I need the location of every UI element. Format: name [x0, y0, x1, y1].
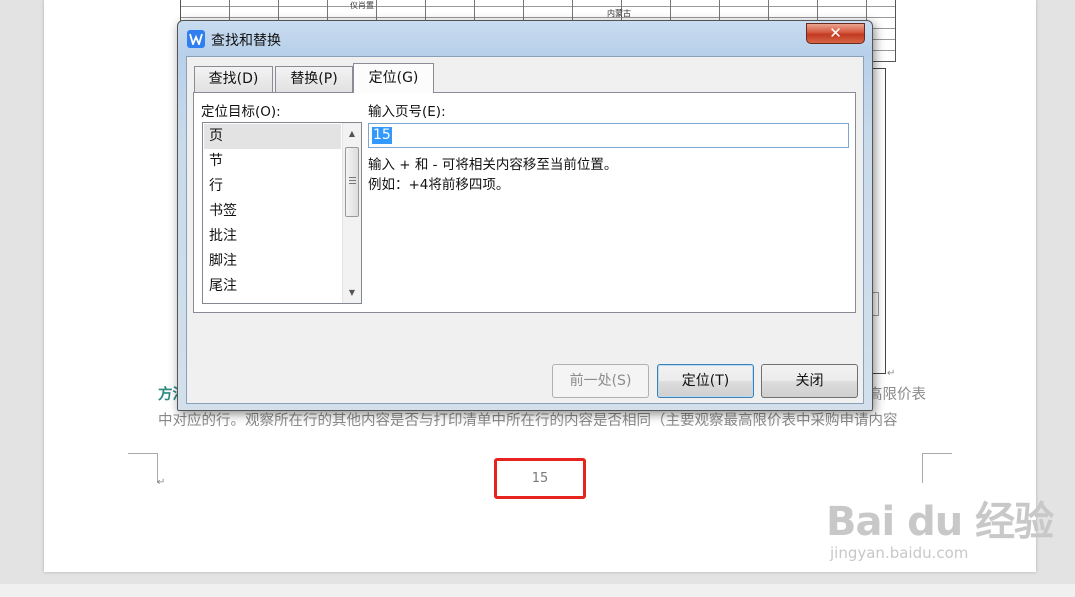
- table-cell-text: 内蒙古: [607, 9, 631, 18]
- example-text: 例如：+4将前移四项。: [368, 177, 510, 193]
- table-cell-text: 仪肖置: [350, 1, 374, 10]
- close-window-button[interactable]: ✕: [806, 23, 865, 44]
- baidu-watermark: Bai du 经验 jingyan.baidu.com: [826, 499, 1054, 562]
- scroll-thumb[interactable]: [345, 147, 359, 217]
- goto-target-list[interactable]: 页 节 行 书签 批注 脚注 尾注 ▲ ▼: [202, 122, 362, 304]
- document-frame: [872, 68, 886, 374]
- wps-app-icon: [187, 30, 205, 48]
- hint-text: 输入 + 和 - 可将相关内容移至当前位置。: [368, 157, 618, 173]
- page-number-highlight: 15: [494, 458, 586, 499]
- scroll-up-icon[interactable]: ▲: [343, 125, 361, 142]
- watermark-url: jingyan.baidu.com: [830, 544, 969, 562]
- tab-goto[interactable]: 定位(G): [353, 63, 434, 93]
- page-number-input-value: 15: [372, 127, 392, 144]
- list-item-page[interactable]: 页: [204, 124, 341, 149]
- paragraph-mark: ↵: [157, 477, 166, 488]
- page-number: 15: [531, 471, 549, 486]
- tab-replace[interactable]: 替换(P): [275, 66, 353, 92]
- scroll-down-icon[interactable]: ▼: [343, 284, 361, 301]
- dialog-title: 查找和替换: [211, 33, 281, 49]
- grip-icon: [349, 177, 356, 186]
- goto-panel: 定位目标(O): 页 节 行 书签 批注 脚注 尾注 ▲ ▼ 输入页号(E):: [193, 92, 856, 313]
- previous-button[interactable]: 前一处(S): [552, 364, 649, 398]
- list-item-line[interactable]: 行: [204, 174, 341, 199]
- page-number-label: 输入页号(E):: [368, 104, 446, 120]
- goto-target-label: 定位目标(O):: [201, 104, 281, 120]
- list-item-bookmark[interactable]: 书签: [204, 199, 341, 224]
- footer-corner-right: [922, 453, 952, 483]
- close-icon: ✕: [829, 24, 842, 42]
- page-number-input[interactable]: 15: [368, 123, 849, 148]
- footer-corner-left: [128, 453, 158, 483]
- close-button[interactable]: 关闭: [761, 364, 858, 398]
- paragraph-mark: ↵: [887, 368, 896, 379]
- dialog-body: 查找(D) 替换(P) 定位(G) 定位目标(O): 页 节 行 书签 批注 脚…: [186, 56, 864, 404]
- list-item-comment[interactable]: 批注: [204, 224, 341, 249]
- next-page-strip: [0, 584, 1075, 597]
- list-scrollbar[interactable]: ▲ ▼: [342, 123, 361, 303]
- list-item-section[interactable]: 节: [204, 149, 341, 174]
- goto-button[interactable]: 定位(T): [657, 364, 754, 398]
- find-replace-dialog: 查找和替换 ✕ 查找(D) 替换(P) 定位(G) 定位目标(O): 页 节 行…: [177, 20, 873, 411]
- list-item-endnote[interactable]: 尾注: [204, 274, 341, 299]
- body-text-suffix: 高限价表: [868, 387, 926, 403]
- body-text-line: 中对应的行。观察所在行的其他内容是否与打印清单中所在行的内容是否相同（主要观察最…: [158, 413, 898, 429]
- watermark-logo: Bai du 经验: [826, 499, 1054, 545]
- tab-find[interactable]: 查找(D): [194, 66, 273, 92]
- dialog-titlebar[interactable]: 查找和替换 ✕: [178, 21, 872, 55]
- list-item-footnote[interactable]: 脚注: [204, 249, 341, 274]
